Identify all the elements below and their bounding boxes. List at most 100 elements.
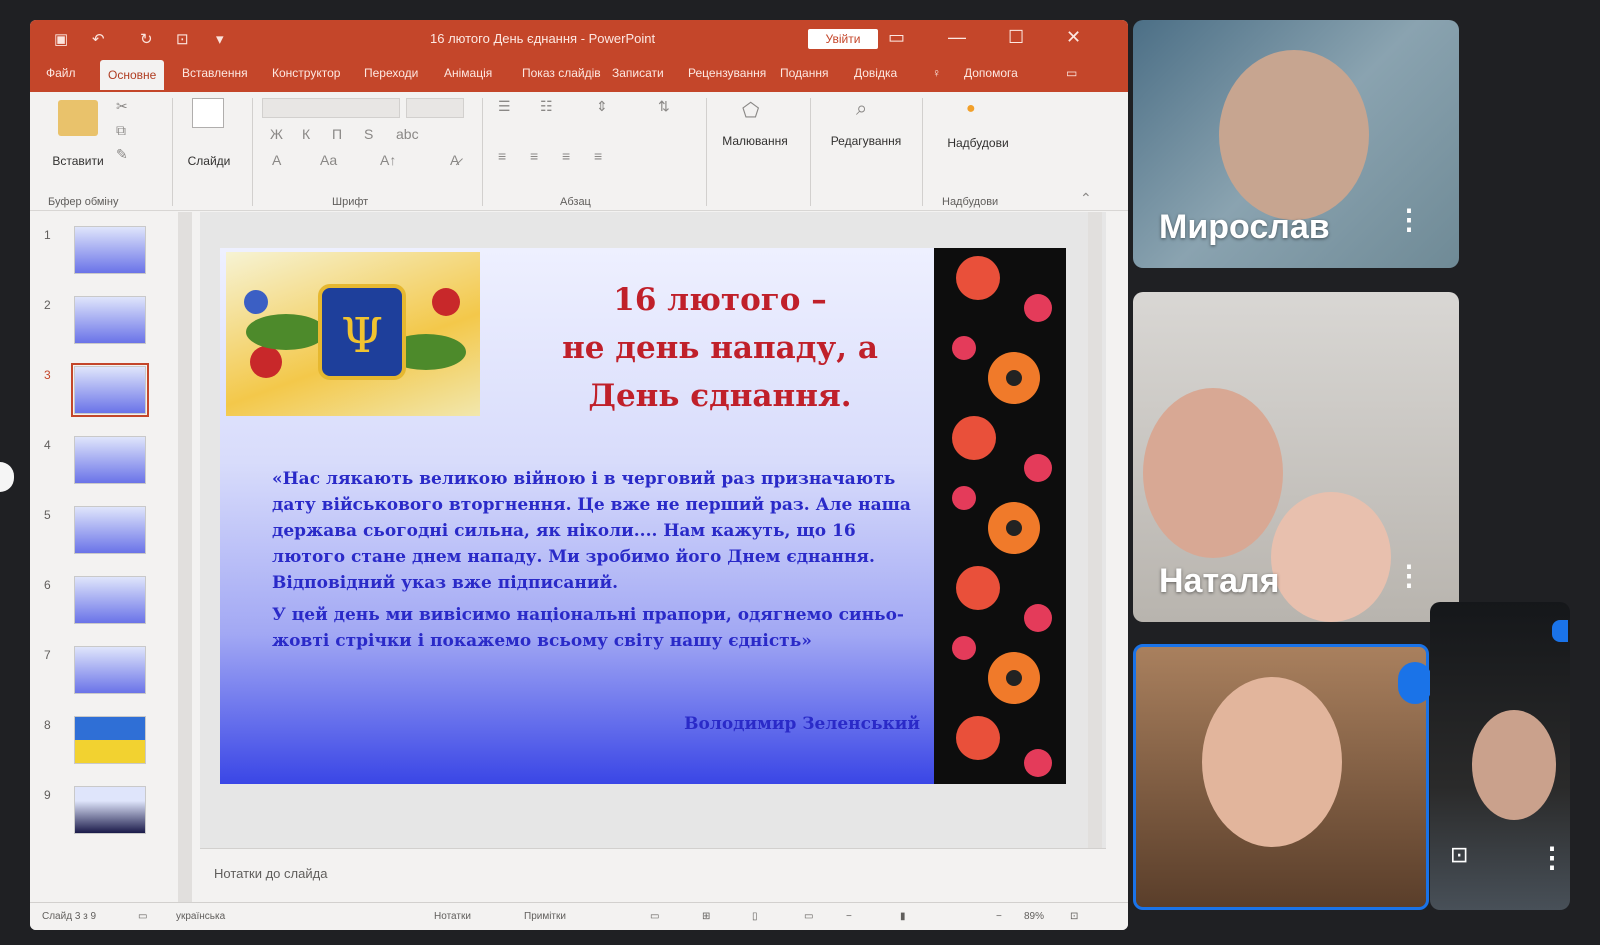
- side-handle[interactable]: [0, 462, 14, 492]
- bold-icon[interactable]: Ж: [270, 126, 283, 142]
- tab-review[interactable]: Рецензування: [688, 66, 766, 80]
- comments-toggle[interactable]: Примітки: [524, 911, 566, 922]
- slide-thumbnail[interactable]: [74, 436, 146, 484]
- tab-animations[interactable]: Анімація: [444, 66, 492, 80]
- tab-tell-me[interactable]: Допомога: [964, 66, 1018, 80]
- lightbulb-icon[interactable]: ♀: [932, 66, 941, 80]
- start-slideshow-icon[interactable]: ⊡: [176, 30, 189, 48]
- tab-insert[interactable]: Вставлення: [182, 66, 248, 80]
- slideshow-view-icon[interactable]: ▭: [804, 911, 813, 922]
- text-direction-icon[interactable]: ⇅: [658, 98, 670, 115]
- slide-sorter-icon[interactable]: ⊞: [702, 911, 710, 922]
- participant-tile[interactable]: Мирослав ⋮: [1133, 20, 1459, 268]
- zoom-slider[interactable]: ▮: [900, 911, 906, 922]
- slide-thumbnail[interactable]: [74, 506, 146, 554]
- tab-design[interactable]: Конструктор: [272, 66, 340, 80]
- comments-icon[interactable]: ▭: [1066, 66, 1077, 80]
- sign-in-button[interactable]: Увійти: [808, 29, 878, 49]
- more-options-icon[interactable]: ⋮: [1395, 562, 1423, 590]
- slide-thumbnail[interactable]: [71, 363, 149, 417]
- zoom-in-icon[interactable]: −: [996, 911, 1002, 922]
- participant-tile[interactable]: ⊡ ⋮: [1430, 602, 1570, 910]
- justify-icon[interactable]: ≡: [594, 148, 602, 164]
- cut-icon[interactable]: ✂: [116, 98, 128, 115]
- underline-icon[interactable]: П: [332, 126, 342, 142]
- numbering-icon[interactable]: ☷: [540, 98, 553, 115]
- normal-view-icon[interactable]: ▭: [650, 911, 659, 922]
- slide-thumbnail[interactable]: [74, 296, 146, 344]
- notes-toggle[interactable]: Нотатки: [434, 911, 471, 922]
- participant-tile-active-speaker[interactable]: [1133, 644, 1429, 910]
- tab-home[interactable]: Основне: [100, 60, 165, 90]
- slide-scrollbar[interactable]: [1088, 212, 1102, 848]
- strikethrough-icon[interactable]: abc: [396, 126, 419, 142]
- thumbnail-item[interactable]: 2: [40, 296, 180, 356]
- copy-icon[interactable]: ⧉: [116, 122, 126, 139]
- shadow-icon[interactable]: S: [364, 126, 373, 142]
- thumbnail-item[interactable]: 5: [40, 506, 180, 566]
- addins-button[interactable]: Надбудови: [930, 136, 1026, 150]
- drawing-icon[interactable]: ⬠: [742, 98, 759, 123]
- undo-icon[interactable]: ↶: [92, 30, 105, 48]
- slide-thumbnail[interactable]: [74, 646, 146, 694]
- paste-button[interactable]: Вставити: [36, 154, 120, 168]
- current-slide[interactable]: Ψ 16 лютого – не день нападу, а День єдн…: [220, 248, 1066, 784]
- minimize-icon[interactable]: —: [948, 27, 966, 48]
- language-indicator[interactable]: українська: [176, 911, 225, 922]
- thumbnail-item[interactable]: 7: [40, 646, 180, 706]
- collapse-ribbon-icon[interactable]: ⌃: [1080, 190, 1092, 207]
- slide-thumbnail[interactable]: [74, 226, 146, 274]
- thumbnail-item-selected[interactable]: 3: [40, 363, 180, 426]
- slide-thumbnail[interactable]: [74, 716, 146, 764]
- notes-placeholder[interactable]: Нотатки до слайда: [214, 866, 327, 881]
- tab-record[interactable]: Записати: [612, 66, 664, 80]
- slide-thumbnail[interactable]: [74, 786, 146, 834]
- thumbnail-item[interactable]: 9: [40, 786, 180, 846]
- italic-icon[interactable]: К: [302, 126, 310, 142]
- thumbnail-item[interactable]: 6: [40, 576, 180, 636]
- pin-participant-icon[interactable]: ⊡: [1450, 842, 1468, 868]
- ribbon-display-icon[interactable]: ▭: [888, 27, 905, 48]
- format-painter-icon[interactable]: ✎: [116, 146, 128, 163]
- tab-help[interactable]: Довідка: [854, 66, 897, 80]
- font-color-icon[interactable]: A: [272, 152, 281, 168]
- tab-transitions[interactable]: Переходи: [364, 66, 418, 80]
- notes-pane[interactable]: Нотатки до слайда: [200, 848, 1106, 903]
- thumbnail-item[interactable]: 1: [40, 226, 180, 286]
- font-size-select[interactable]: [406, 98, 464, 118]
- thumbnails-scrollbar[interactable]: [178, 212, 192, 902]
- align-left-icon[interactable]: ≡: [498, 148, 506, 164]
- more-options-icon[interactable]: ⋮: [1395, 206, 1423, 234]
- increase-font-icon[interactable]: A↑: [380, 152, 396, 168]
- close-icon[interactable]: ✕: [1066, 27, 1081, 48]
- more-options-icon[interactable]: ⋮: [1538, 844, 1566, 872]
- customize-quick-access-icon[interactable]: ▾: [216, 30, 224, 48]
- accessibility-icon[interactable]: ▭: [138, 911, 147, 922]
- font-name-select[interactable]: [262, 98, 400, 118]
- new-slide-icon[interactable]: [192, 98, 224, 128]
- zoom-level[interactable]: 89%: [1024, 911, 1044, 922]
- zoom-out-icon[interactable]: −: [846, 911, 852, 922]
- slide-thumbnail[interactable]: [74, 576, 146, 624]
- tab-file[interactable]: Файл: [46, 66, 76, 80]
- align-right-icon[interactable]: ≡: [562, 148, 570, 164]
- change-case-icon[interactable]: Aa: [320, 152, 337, 168]
- drawing-button[interactable]: Малювання: [710, 134, 800, 148]
- thumbnail-item[interactable]: 8: [40, 716, 180, 776]
- align-center-icon[interactable]: ≡: [530, 148, 538, 164]
- fit-slide-icon[interactable]: ⊡: [1070, 911, 1078, 922]
- editing-button[interactable]: Редагування: [816, 134, 916, 148]
- clear-formatting-icon[interactable]: A̷: [450, 152, 459, 168]
- participant-tile[interactable]: Наталя ⋮: [1133, 292, 1459, 622]
- bullets-icon[interactable]: ☰: [498, 98, 511, 115]
- tab-slideshow[interactable]: Показ слайдів: [522, 66, 601, 80]
- maximize-icon[interactable]: ☐: [1008, 27, 1024, 48]
- redo-icon[interactable]: ↻: [140, 30, 153, 48]
- tab-view[interactable]: Подання: [780, 66, 828, 80]
- clipboard-icon[interactable]: [58, 100, 98, 136]
- slides-button[interactable]: Слайди: [180, 154, 238, 168]
- line-spacing-icon[interactable]: ⇕: [596, 98, 608, 115]
- reading-view-icon[interactable]: ▯: [752, 911, 758, 922]
- addins-icon[interactable]: ●: [966, 100, 976, 118]
- editing-search-icon[interactable]: ⌕: [856, 98, 867, 121]
